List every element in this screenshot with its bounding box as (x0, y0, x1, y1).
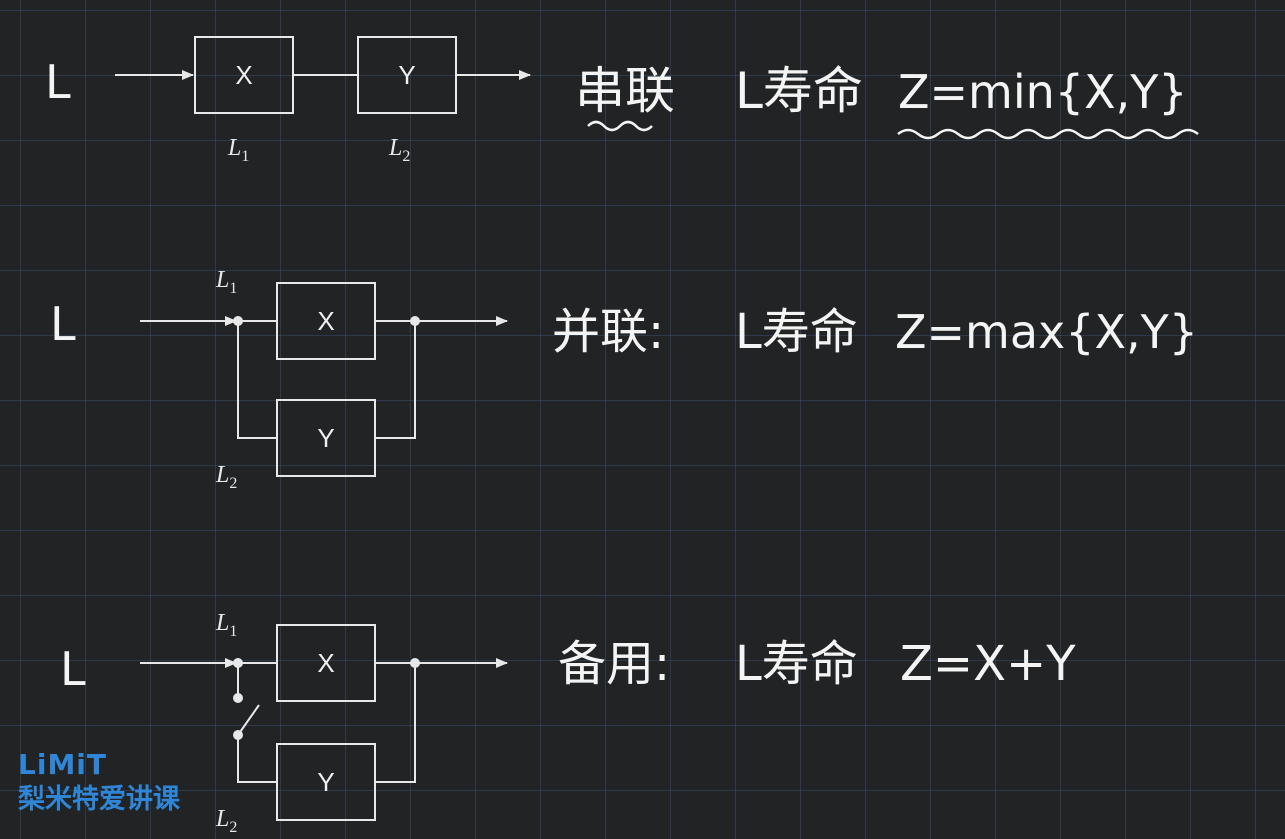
parallel-lead-label: L (50, 297, 76, 351)
series-l1-label: L1 (227, 135, 249, 165)
standby-section: L X Y L1 L2 备用: L寿命 Z=X+Y (60, 610, 1076, 836)
standby-switch-blade (237, 704, 260, 736)
standby-join-node (410, 658, 420, 668)
standby-lead-label: L (60, 642, 86, 696)
series-l2-label: L2 (388, 135, 410, 165)
standby-l1-label: L1 (215, 610, 237, 640)
logo-cn-text: 梨米特爱讲课 (18, 784, 180, 815)
parallel-y-in-line (237, 321, 277, 439)
standby-formula: Z=X+Y (900, 636, 1076, 692)
standby-type-note: 备用: (558, 636, 670, 692)
parallel-life-note: L寿命 (735, 304, 858, 360)
series-box-y-label: Y (398, 60, 415, 90)
parallel-l2-label: L2 (215, 462, 237, 492)
standby-switch-top-contact (233, 693, 243, 703)
series-lead-label: L (45, 55, 71, 109)
parallel-box-x-label: X (317, 306, 334, 336)
series-type-wavy-underline (587, 120, 653, 132)
parallel-type-note: 并联: (552, 304, 664, 360)
parallel-split-node (233, 316, 243, 326)
standby-y-in-line (237, 735, 277, 783)
series-box-x-label: X (235, 60, 252, 90)
parallel-section: L X Y L1 L2 并联: L寿命 Z=max{X,Y} (50, 267, 1198, 492)
series-section: L X Y L1 L2 串联 L寿命 Z=min{X,Y} (45, 36, 1199, 165)
series-formula: Z=min{X,Y} (898, 65, 1188, 119)
standby-switch-bottom-contact (233, 730, 243, 740)
parallel-y-out-line (375, 321, 416, 439)
standby-l2-label: L2 (215, 806, 237, 836)
parallel-l1-label: L1 (215, 267, 237, 297)
parallel-box-y-label: Y (317, 423, 334, 453)
standby-y-out-line (375, 663, 416, 783)
standby-life-note: L寿命 (735, 636, 858, 692)
limit-logo: LiMiT 梨米特爱讲课 (18, 748, 180, 818)
series-formula-wavy-underline (897, 128, 1199, 140)
standby-box-y-label: Y (317, 767, 334, 797)
logo-en-text: LiMiT (18, 748, 107, 781)
parallel-join-node (410, 316, 420, 326)
standby-split-node (233, 658, 243, 668)
parallel-formula: Z=max{X,Y} (895, 305, 1198, 359)
series-type-note: 串联 (575, 62, 675, 120)
series-life-note: L寿命 (735, 62, 863, 120)
standby-box-x-label: X (317, 648, 334, 678)
circuit-board: L X Y L1 L2 串联 L寿命 Z=min{X,Y} L X Y L1 L… (45, 36, 1199, 836)
